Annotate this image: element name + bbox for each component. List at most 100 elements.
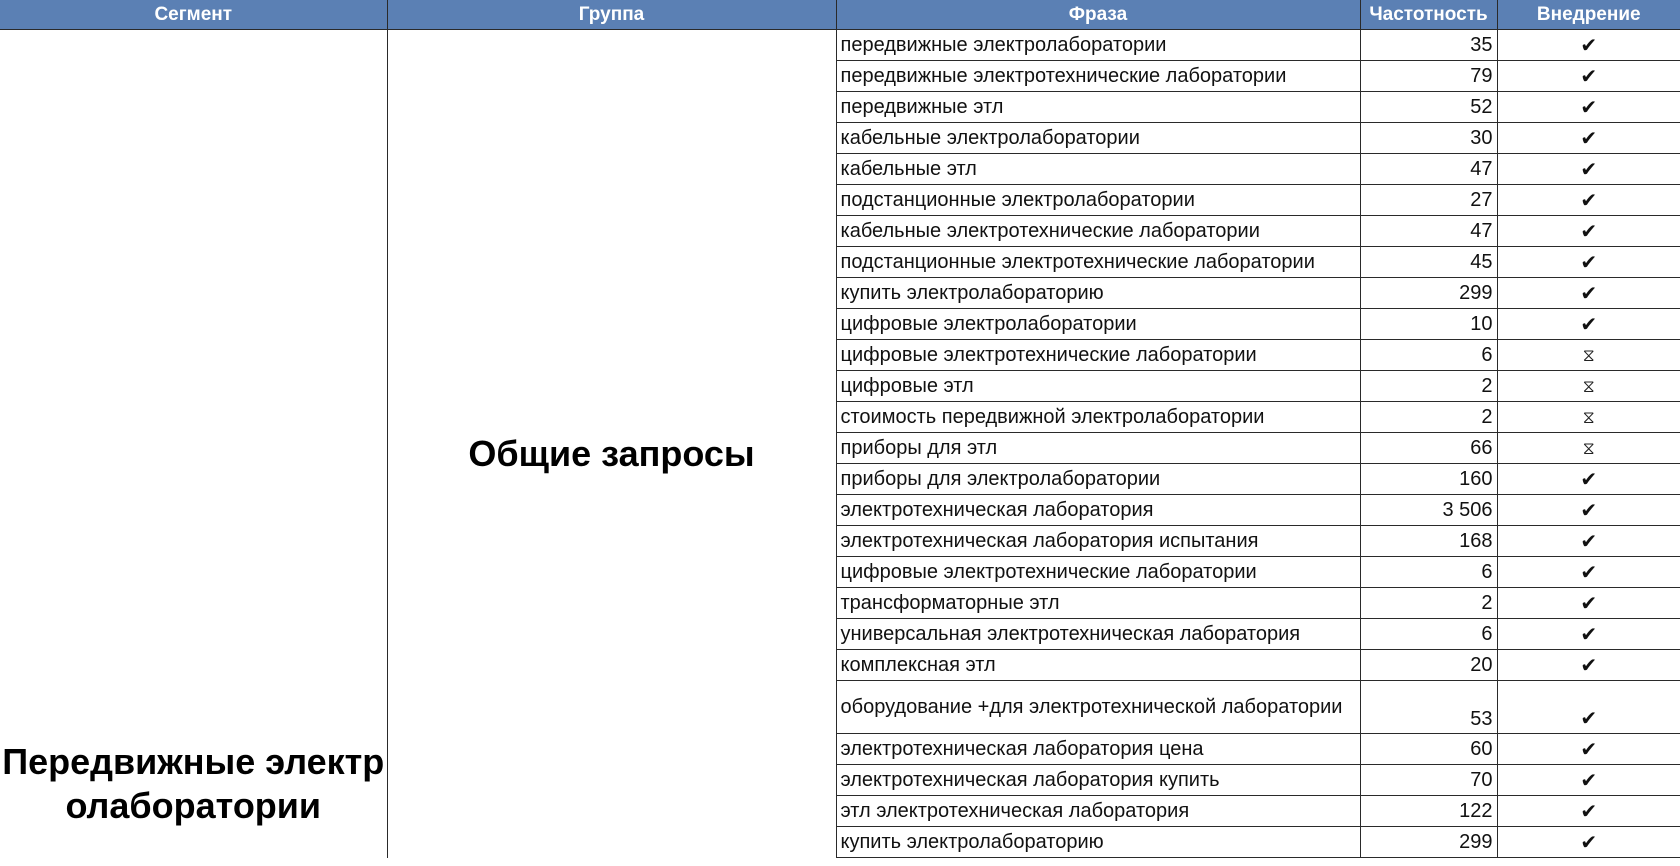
frequency-cell[interactable]: 2	[1359, 401, 1497, 433]
phrase-cell[interactable]: купить электролабораторию	[835, 826, 1360, 858]
frequency-cell[interactable]: 79	[1359, 60, 1497, 92]
checkmark-icon: ✔	[1580, 654, 1598, 677]
phrase-cell[interactable]: приборы для этл	[835, 432, 1360, 464]
phrase-cell[interactable]: этл электротехническая лаборатория	[835, 795, 1360, 827]
implementation-cell[interactable]: ✔	[1496, 587, 1680, 619]
hourglass-icon: ⧖	[1582, 376, 1595, 396]
implementation-cell[interactable]: ✔	[1496, 618, 1680, 650]
frequency-cell[interactable]: 160	[1359, 463, 1497, 495]
implementation-cell[interactable]: ✔	[1496, 680, 1680, 734]
implementation-cell[interactable]: ⧖	[1496, 370, 1680, 402]
frequency-cell[interactable]: 60	[1359, 733, 1497, 765]
frequency-cell[interactable]: 168	[1359, 525, 1497, 557]
implementation-cell[interactable]: ✔	[1496, 463, 1680, 495]
phrase-cell[interactable]: цифровые электротехнические лаборатории	[835, 556, 1360, 588]
frequency-cell[interactable]: 30	[1359, 122, 1497, 154]
phrase-cell[interactable]: стоимость передвижной электролаборатории	[835, 401, 1360, 433]
phrase-cell[interactable]: универсальная электротехническая лаборат…	[835, 618, 1360, 650]
phrase-cell[interactable]: электротехническая лаборатория испытания	[835, 525, 1360, 557]
implementation-cell[interactable]: ✔	[1496, 91, 1680, 123]
header-phrase[interactable]: Фраза	[835, 0, 1360, 30]
phrase-cell[interactable]: электротехническая лаборатория цена	[835, 733, 1360, 765]
frequency-cell[interactable]: 6	[1359, 556, 1497, 588]
header-row: Сегмент Группа Фраза Частотность Внедрен…	[0, 0, 1680, 30]
frequency-cell[interactable]: 2	[1359, 587, 1497, 619]
implementation-cell[interactable]: ✔	[1496, 494, 1680, 526]
frequency-cell[interactable]: 2	[1359, 370, 1497, 402]
frequency-cell[interactable]: 53	[1359, 680, 1497, 734]
frequency-cell[interactable]: 299	[1359, 826, 1497, 858]
checkmark-icon: ✔	[1580, 561, 1598, 584]
frequency-cell[interactable]: 47	[1359, 215, 1497, 247]
implementation-cell[interactable]: ✔	[1496, 795, 1680, 827]
frequency-cell[interactable]: 35	[1359, 29, 1497, 61]
implementation-cell[interactable]: ⧖	[1496, 401, 1680, 433]
implementation-cell[interactable]: ✔	[1496, 246, 1680, 278]
implementation-cell[interactable]: ⧖	[1496, 339, 1680, 371]
implementation-cell[interactable]: ✔	[1496, 308, 1680, 340]
checkmark-icon: ✔	[1580, 189, 1598, 212]
phrase-cell[interactable]: кабельные электротехнические лаборатории	[835, 215, 1360, 247]
implementation-cell[interactable]: ✔	[1496, 556, 1680, 588]
phrase-cell[interactable]: цифровые электролаборатории	[835, 308, 1360, 340]
phrase-cell[interactable]: цифровые электротехнические лаборатории	[835, 339, 1360, 371]
frequency-cell[interactable]: 299	[1359, 277, 1497, 309]
frequency-cell[interactable]: 47	[1359, 153, 1497, 185]
frequency-cell[interactable]: 52	[1359, 91, 1497, 123]
frequency-cell[interactable]: 45	[1359, 246, 1497, 278]
header-group[interactable]: Группа	[386, 0, 836, 30]
frequency-cell[interactable]: 122	[1359, 795, 1497, 827]
table-body: Передвижные электролаборатории Общие запр…	[0, 29, 1680, 858]
phrase-cell[interactable]: купить электролабораторию	[835, 277, 1360, 309]
phrase-cell[interactable]: приборы для электролаборатории	[835, 463, 1360, 495]
phrase-cell[interactable]: подстанционные электротехнические лабора…	[835, 246, 1360, 278]
implementation-cell[interactable]: ✔	[1496, 215, 1680, 247]
checkmark-icon: ✔	[1580, 34, 1598, 57]
implementation-cell[interactable]: ✔	[1496, 153, 1680, 185]
implementation-cell[interactable]: ✔	[1496, 60, 1680, 92]
frequency-cell[interactable]: 70	[1359, 764, 1497, 796]
frequency-cell[interactable]: 6	[1359, 618, 1497, 650]
phrase-cell[interactable]: передвижные электротехнические лаборатор…	[835, 60, 1360, 92]
frequency-cell[interactable]: 66	[1359, 432, 1497, 464]
implementation-cell[interactable]: ✔	[1496, 764, 1680, 796]
implementation-cell[interactable]: ✔	[1496, 184, 1680, 216]
segment-cell[interactable]: Передвижные электролаборатории	[0, 30, 387, 858]
header-frequency[interactable]: Частотность	[1359, 0, 1497, 30]
frequency-cell[interactable]: 27	[1359, 184, 1497, 216]
frequency-cell[interactable]: 10	[1359, 308, 1497, 340]
implementation-cell[interactable]: ✔	[1496, 826, 1680, 858]
implementation-cell[interactable]: ✔	[1496, 29, 1680, 61]
hourglass-icon: ⧖	[1582, 407, 1595, 427]
phrase-cell[interactable]: трансформаторные этл	[835, 587, 1360, 619]
checkmark-icon: ✔	[1580, 738, 1598, 761]
checkmark-icon: ✔	[1580, 220, 1598, 243]
frequency-cell[interactable]: 3 506	[1359, 494, 1497, 526]
phrase-cell[interactable]: комплексная этл	[835, 649, 1360, 681]
header-implementation[interactable]: Внедрение	[1496, 0, 1680, 30]
implementation-cell[interactable]: ✔	[1496, 277, 1680, 309]
implementation-cell[interactable]: ✔	[1496, 733, 1680, 765]
implementation-cell[interactable]: ✔	[1496, 122, 1680, 154]
keyword-table: Сегмент Группа Фраза Частотность Внедрен…	[0, 0, 1680, 858]
group-cell[interactable]: Общие запросы	[386, 29, 836, 858]
hourglass-icon: ⧖	[1582, 438, 1595, 458]
phrase-cell[interactable]: цифровые этл	[835, 370, 1360, 402]
phrase-cell[interactable]: передвижные электролаборатории	[835, 29, 1360, 61]
header-segment[interactable]: Сегмент	[0, 0, 387, 30]
phrase-cell[interactable]: кабельные электролаборатории	[835, 122, 1360, 154]
checkmark-icon: ✔	[1580, 468, 1598, 491]
phrase-cell[interactable]: электротехническая лаборатория купить	[835, 764, 1360, 796]
phrase-cell[interactable]: электротехническая лаборатория	[835, 494, 1360, 526]
frequency-cell[interactable]: 20	[1359, 649, 1497, 681]
frequency-cell[interactable]: 6	[1359, 339, 1497, 371]
implementation-cell[interactable]: ⧖	[1496, 432, 1680, 464]
phrase-cell[interactable]: подстанционные электролаборатории	[835, 184, 1360, 216]
checkmark-icon: ✔	[1580, 65, 1598, 88]
checkmark-icon: ✔	[1580, 127, 1598, 150]
phrase-cell[interactable]: передвижные этл	[835, 91, 1360, 123]
implementation-cell[interactable]: ✔	[1496, 649, 1680, 681]
phrase-cell[interactable]: оборудование +для электротехнической лаб…	[835, 680, 1360, 734]
phrase-cell[interactable]: кабельные этл	[835, 153, 1360, 185]
implementation-cell[interactable]: ✔	[1496, 525, 1680, 557]
